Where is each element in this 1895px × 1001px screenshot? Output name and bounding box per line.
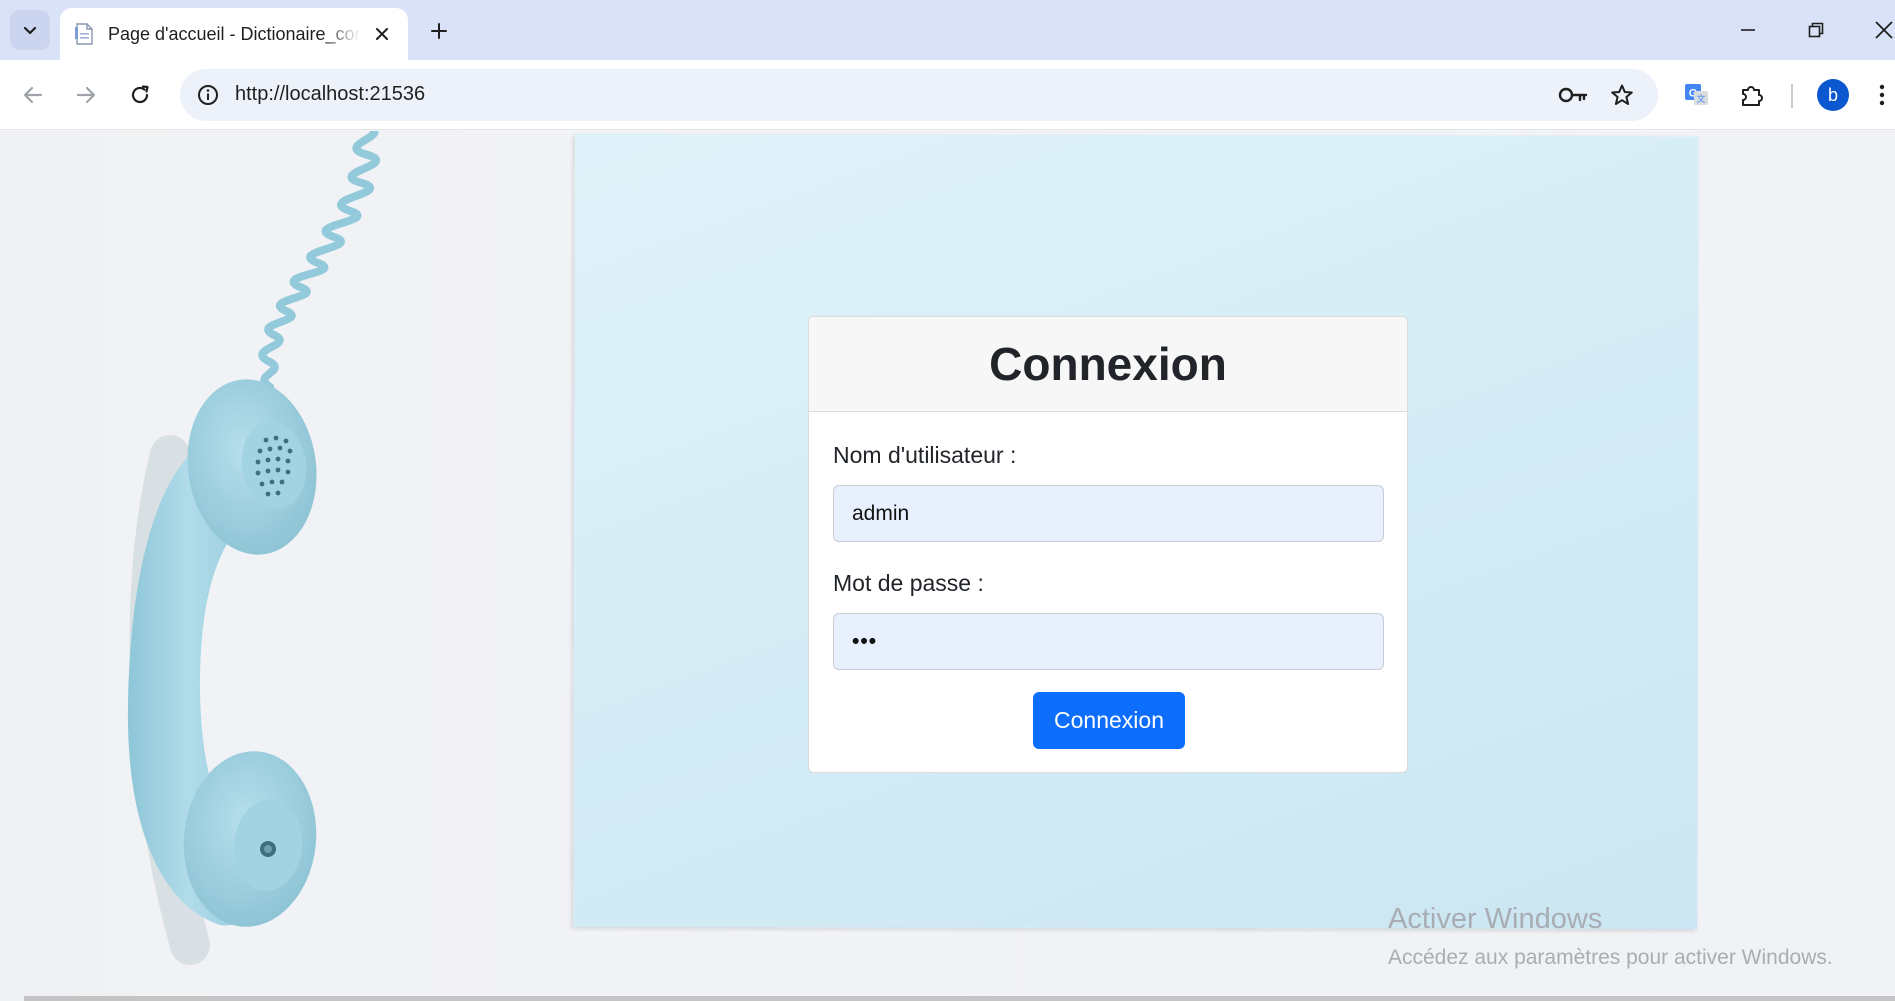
login-card-header: Connexion: [809, 317, 1407, 412]
restore-icon: [1808, 22, 1824, 38]
minimize-button[interactable]: [1725, 12, 1771, 48]
google-translate-icon: G文: [1685, 84, 1708, 105]
puzzle-icon: [1742, 86, 1763, 106]
password-input[interactable]: •••: [833, 613, 1384, 670]
document-icon: [75, 23, 93, 45]
address-bar[interactable]: http://localhost:21536: [180, 69, 1658, 121]
login-card: Connexion Nom d'utilisateur : admin Mot …: [808, 316, 1408, 773]
chevron-down-icon: [23, 26, 37, 35]
profile-avatar[interactable]: b: [1817, 79, 1849, 111]
tab-strip: Page d'accueil - Dictionaire_con: [0, 0, 1895, 60]
active-tab[interactable]: Page d'accueil - Dictionaire_con: [60, 8, 408, 60]
activation-watermark-title: Activer Windows: [1388, 903, 1603, 935]
key-icon: [1558, 87, 1588, 103]
translate-button[interactable]: G文: [1676, 75, 1716, 115]
arrow-right-icon: [76, 86, 96, 104]
reload-icon: [131, 85, 149, 104]
forward-button[interactable]: [66, 75, 106, 115]
password-manager-button[interactable]: [1556, 79, 1590, 111]
tab-search-button[interactable]: [10, 10, 50, 50]
toolbar-separator: [1791, 84, 1793, 108]
reload-button[interactable]: [120, 75, 160, 115]
username-input[interactable]: admin: [833, 485, 1384, 542]
url-text[interactable]: http://localhost:21536: [235, 83, 425, 106]
tab-title: Page d'accueil - Dictionaire_con: [108, 23, 361, 44]
minimize-icon: [1741, 29, 1755, 31]
close-icon: [376, 28, 389, 40]
browser-menu-button[interactable]: [1869, 75, 1895, 115]
svg-text:文: 文: [1696, 93, 1705, 104]
telephone-handset-image: [127, 131, 380, 965]
horizontal-scrollbar[interactable]: [24, 996, 1895, 1001]
tab-close-button[interactable]: [370, 22, 394, 46]
bookmark-button[interactable]: [1605, 79, 1639, 111]
extensions-button[interactable]: [1732, 75, 1772, 115]
info-icon: [198, 85, 218, 105]
browser-toolbar: http://localhost:21536 G文 b: [0, 60, 1895, 130]
activation-watermark-subtitle: Accédez aux paramètres pour activer Wind…: [1388, 946, 1833, 969]
star-icon: [1611, 84, 1633, 105]
back-button[interactable]: [13, 75, 53, 115]
page-viewport: Connexion Nom d'utilisateur : admin Mot …: [0, 131, 1895, 1001]
login-submit-button[interactable]: Connexion: [1033, 692, 1185, 749]
kebab-menu-icon: [1879, 84, 1885, 106]
password-label: Mot de passe :: [833, 570, 984, 596]
close-icon: [1875, 21, 1893, 39]
arrow-left-icon: [23, 86, 43, 104]
close-window-button[interactable]: [1861, 12, 1895, 48]
site-info-button[interactable]: [192, 79, 224, 111]
new-tab-button[interactable]: [422, 14, 456, 48]
login-title: Connexion: [989, 338, 1227, 390]
restore-button[interactable]: [1793, 12, 1839, 48]
username-label: Nom d'utilisateur :: [833, 442, 1017, 468]
plus-icon: [431, 23, 447, 39]
